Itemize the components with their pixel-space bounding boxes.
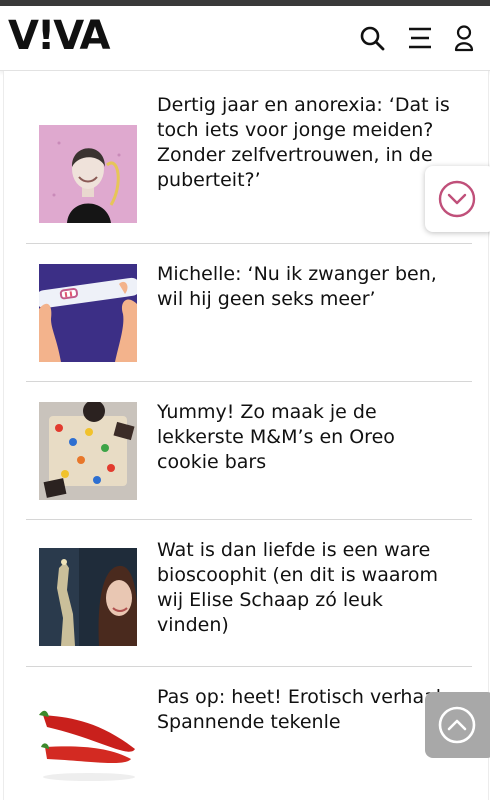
scroll-down-button[interactable] [425, 166, 490, 232]
article-thumbnail[interactable] [39, 264, 137, 362]
article-thumbnail[interactable] [39, 402, 137, 500]
list-item[interactable]: Wat is dan liefde is een ware bioscoophi… [26, 520, 472, 666]
viva-logo[interactable]: V!VA [8, 14, 110, 58]
user-icon[interactable] [452, 24, 476, 52]
chevron-down-icon [438, 180, 476, 218]
article-title[interactable]: Michelle: ‘Nu ik zwanger ben, wil hij ge… [157, 262, 457, 312]
list-item[interactable]: Yummy! Zo maak je de lekkerste M&M’s en … [26, 382, 472, 519]
menu-icon[interactable] [406, 24, 434, 52]
article-title[interactable]: Wat is dan liefde is een ware bioscoophi… [157, 538, 457, 638]
article-title[interactable]: Yummy! Zo maak je de lekkerste M&M’s en … [157, 400, 457, 475]
article-thumbnail[interactable] [39, 548, 137, 646]
article-list: Dertig jaar en anorexia: ‘Dat is toch ie… [3, 71, 489, 800]
list-item[interactable]: Michelle: ‘Nu ik zwanger ben, wil hij ge… [26, 244, 472, 381]
chevron-up-icon [438, 706, 476, 744]
list-item[interactable]: Pas op: heet! Erotisch verhaal: Spannend… [26, 667, 472, 800]
scroll-top-button[interactable] [425, 692, 490, 758]
article-thumbnail[interactable] [39, 125, 137, 223]
article-title[interactable]: Dertig jaar en anorexia: ‘Dat is toch ie… [157, 93, 457, 193]
site-header: V!VA [0, 6, 490, 71]
search-icon[interactable] [358, 24, 386, 52]
article-title[interactable]: Pas op: heet! Erotisch verhaal: Spannend… [157, 685, 457, 735]
article-thumbnail[interactable] [39, 687, 137, 785]
list-item[interactable]: Dertig jaar en anorexia: ‘Dat is toch ie… [26, 93, 472, 243]
